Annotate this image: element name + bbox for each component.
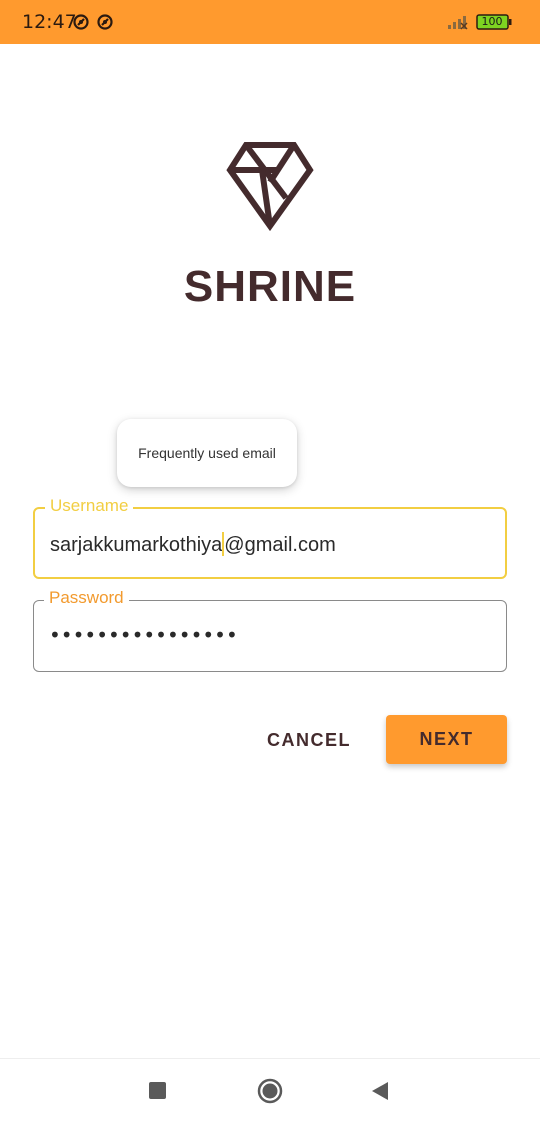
- password-label: Password: [44, 587, 129, 609]
- username-label: Username: [45, 495, 134, 517]
- autofill-suggestion-text[interactable]: Frequently used email: [117, 419, 297, 487]
- triangle-back-icon[interactable]: [371, 1081, 389, 1101]
- circle-home-icon[interactable]: [257, 1078, 283, 1104]
- square-recents-icon[interactable]: [149, 1082, 166, 1099]
- signal-icon: [448, 16, 468, 30]
- password-input[interactable]: ••••••••••••••••: [49, 621, 238, 649]
- cancel-button[interactable]: CANCEL: [256, 716, 362, 764]
- app-title: SHRINE: [183, 262, 357, 311]
- autofill-suggestion-popup[interactable]: Frequently used email: [117, 419, 297, 487]
- diamond-icon: [226, 142, 314, 232]
- status-time: 12:47: [22, 11, 77, 33]
- notification-app-icon: [97, 14, 113, 30]
- username-value-part: @gmail.com: [224, 534, 336, 556]
- login-screen: 12:47 100 SHRINE Username sarjakkumarkot…: [0, 0, 540, 1123]
- status-bar: 12:47 100: [0, 0, 540, 44]
- notification-app-icon: [73, 14, 89, 30]
- username-value-part: sarjakkumarkothiya: [50, 534, 223, 556]
- next-button[interactable]: NEXT: [386, 715, 507, 764]
- username-input[interactable]: sarjakkumarkothiya @gmail.com: [50, 531, 336, 559]
- battery-level: 100: [481, 15, 503, 28]
- username-field[interactable]: Username sarjakkumarkothiya @gmail.com: [33, 495, 507, 579]
- password-field[interactable]: Password ••••••••••••••••: [33, 587, 507, 672]
